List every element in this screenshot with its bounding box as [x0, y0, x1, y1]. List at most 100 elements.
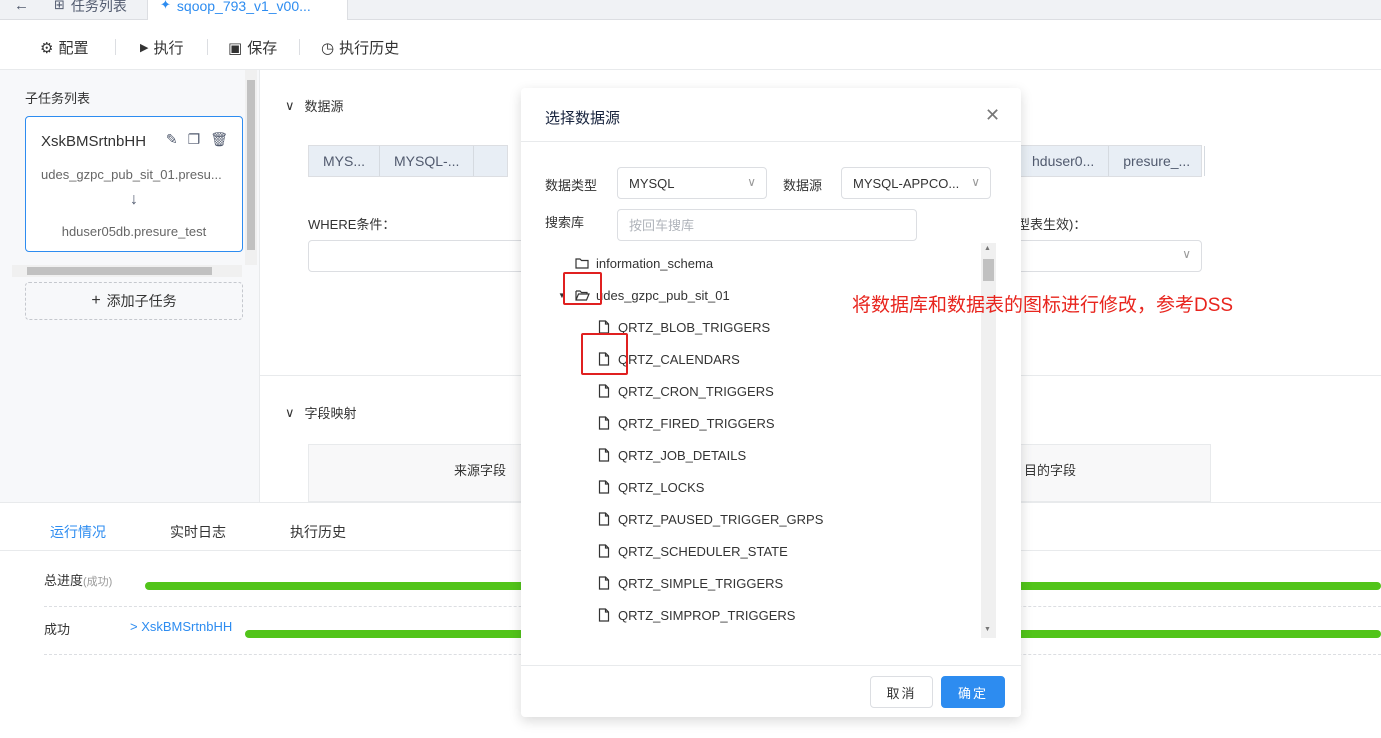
trash-icon[interactable]: 🗑 [210, 131, 228, 148]
tree-table-item[interactable]: QRTZ_LOCKS [595, 474, 704, 500]
tab-label: 任务列表 [70, 0, 127, 14]
datasource-section-header[interactable]: ∨ 数据源 [285, 96, 344, 115]
file-icon [595, 384, 613, 398]
tree-item-label: udes_gzpc_pub_sit_01 [596, 287, 730, 303]
tree-table-item[interactable]: QRTZ_CRON_TRIGGERS [595, 378, 774, 404]
history-label: 执行历史 [339, 40, 400, 57]
tree-item-label: QRTZ_CALENDARS [618, 351, 740, 367]
add-subtask-button[interactable]: + 添加子任务 [25, 282, 243, 320]
save-icon: ▣ [228, 39, 243, 57]
run-label: 执行 [153, 40, 184, 57]
annotation-box-folder [563, 272, 602, 305]
sidebar-vertical-scrollbar[interactable] [245, 70, 257, 265]
plus-icon: + [91, 292, 101, 309]
folder-icon [573, 257, 591, 269]
ds-type: MYS... [309, 146, 381, 176]
add-subtask-label: 添加子任务 [106, 293, 177, 309]
tree-table-item[interactable]: QRTZ_SIMPLE_TRIGGERS [595, 570, 783, 596]
run-button[interactable]: ▶ 执行 [140, 37, 183, 58]
right-select[interactable]: ∨ [1017, 240, 1202, 272]
source-datasource-pill[interactable]: MYS... MYSQL-... [308, 145, 508, 177]
divider [521, 141, 1021, 142]
config-button[interactable]: ⚙ 配置 [40, 37, 88, 58]
history-button[interactable]: ◷ 执行历史 [321, 37, 399, 58]
tree-item-label: QRTZ_BLOB_TRIGGERS [618, 319, 771, 335]
ds-table: presure_... [1109, 146, 1206, 176]
annotation-text: 将数据库和数据表的图标进行修改，参考DSS [852, 295, 1234, 316]
sidebar-horizontal-scrollbar[interactable] [12, 265, 242, 277]
tree-table-item[interactable]: QRTZ_SIMPROP_TRIGGERS [595, 602, 795, 628]
datatype-select[interactable]: MYSQL ∨ [617, 167, 767, 199]
target-datasource-pill[interactable]: hduser0... presure_... [1017, 145, 1206, 177]
datatype-value: MYSQL [629, 176, 675, 191]
node-icon: ✦ [160, 0, 171, 12]
clock-icon: ◷ [321, 39, 335, 57]
cancel-button[interactable]: 取消 [870, 676, 933, 708]
tree-item-label: QRTZ_SIMPROP_TRIGGERS [618, 607, 796, 623]
chevron-right-icon: > [130, 619, 138, 634]
tree-table-item[interactable]: QRTZ_JOB_DETAILS [595, 442, 746, 468]
file-icon [595, 512, 613, 526]
select-datasource-dialog: 选择数据源 ✕ 数据类型 MYSQL ∨ 数据源 MYSQL-APPCO... … [521, 88, 1021, 717]
tab-task-list[interactable]: ⊞ 任务列表 [42, 0, 148, 20]
tree-item-label: QRTZ_SCHEDULER_STATE [618, 543, 788, 559]
subtask-link[interactable]: > XskBMSrtnbHH [130, 619, 232, 634]
section-title: 字段映射 [304, 406, 357, 421]
mapping-section-header[interactable]: ∨ 字段映射 [285, 403, 357, 422]
subtask-name: XskBMSrtnbHH [41, 133, 147, 150]
file-icon [595, 544, 613, 558]
file-icon [595, 416, 613, 430]
chevron-down-icon: ∨ [1182, 247, 1191, 261]
tree-table-item[interactable]: QRTZ_PAUSED_TRIGGER_GRPS [595, 506, 823, 532]
tree-item-label: QRTZ_FIRED_TRIGGERS [618, 415, 775, 431]
datasource-select[interactable]: MYSQL-APPCO... ∨ [841, 167, 991, 199]
scroll-down-icon[interactable]: ▼ [984, 626, 991, 633]
chevron-down-icon: ∨ [971, 175, 980, 189]
tree-item-label: QRTZ_CRON_TRIGGERS [618, 383, 774, 399]
subtask-card[interactable]: XskBMSrtnbHH ✎ ❐ 🗑 udes_gzpc_pub_sit_01.… [25, 116, 243, 252]
ok-button[interactable]: 确定 [941, 676, 1005, 708]
edit-icon[interactable]: ✎ [166, 131, 178, 148]
file-icon [595, 320, 613, 334]
chevron-down-icon: ∨ [285, 97, 295, 113]
section-title: 数据源 [304, 99, 344, 114]
subtask-sidebar: 子任务列表 XskBMSrtnbHH ✎ ❐ 🗑 udes_gzpc_pub_s… [0, 70, 260, 502]
scroll-thumb[interactable] [983, 259, 994, 281]
tab-run-status[interactable]: 运行情况 [50, 522, 106, 542]
where-input[interactable] [308, 240, 528, 272]
datasource-value: MYSQL-APPCO... [853, 176, 960, 191]
datasource-label: 数据源 [783, 178, 823, 193]
tab-sqoop-job[interactable]: ✦ sqoop_793_v1_v00... [148, 0, 348, 20]
toolbar: ⚙ 配置 ▶ 执行 ▣ 保存 ◷ 执行历史 [0, 20, 1381, 70]
tab-exec-history[interactable]: 执行历史 [290, 522, 346, 542]
toolbar-divider [299, 39, 300, 55]
sidebar-title: 子任务列表 [25, 91, 91, 106]
tab-bar: ← ⊞ 任务列表 ✦ sqoop_793_v1_v00... [0, 0, 1381, 20]
save-button[interactable]: ▣ 保存 [228, 37, 277, 58]
tab-label: sqoop_793_v1_v00... [176, 0, 311, 14]
where-label: WHERE条件： [308, 217, 396, 232]
tree-table-item[interactable]: QRTZ_TRIGGERS [595, 634, 728, 638]
scroll-up-icon[interactable]: ▲ [984, 245, 991, 252]
search-db-input[interactable] [617, 209, 917, 241]
config-label: 配置 [58, 40, 89, 57]
file-icon [595, 608, 613, 622]
card-actions: ✎ ❐ 🗑 [166, 131, 228, 148]
copy-icon[interactable]: ❐ [188, 131, 201, 148]
tree-table-item[interactable]: QRTZ_SCHEDULER_STATE [595, 538, 788, 564]
close-icon[interactable]: ✕ [985, 106, 1000, 124]
file-icon [595, 576, 613, 590]
tab-realtime-log[interactable]: 实时日志 [170, 522, 226, 542]
datatype-label: 数据类型 [545, 178, 598, 193]
tree-item-label: QRTZ_PAUSED_TRIGGER_GRPS [618, 511, 824, 527]
success-label: 成功 [44, 622, 71, 637]
save-label: 保存 [247, 40, 278, 57]
subtask-target: hduser05db.presure_test [61, 224, 207, 239]
toolbar-divider [207, 39, 208, 55]
divider [521, 665, 1021, 666]
back-arrow-icon[interactable]: ← [14, 0, 38, 17]
dialog-title: 选择数据源 [545, 110, 621, 127]
tree-table-item[interactable]: QRTZ_FIRED_TRIGGERS [595, 410, 775, 436]
play-icon: ▶ [140, 42, 149, 54]
right-field-label: 型表生效)： [1017, 217, 1087, 232]
